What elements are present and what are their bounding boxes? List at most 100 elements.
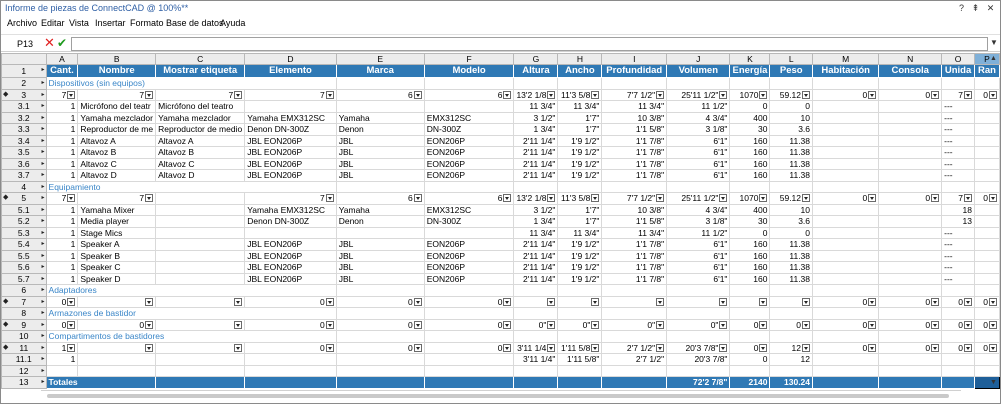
totals-cell[interactable]: 130.24 [769, 376, 814, 389]
cell[interactable]: 0 [729, 353, 771, 366]
summary-cell[interactable]: 6 [335, 88, 425, 101]
dropdown-icon[interactable] [234, 297, 243, 306]
cell[interactable]: 3.6 [769, 123, 814, 136]
cell[interactable] [513, 180, 559, 193]
summary-cell[interactable]: 0 [729, 341, 771, 354]
summary-cell[interactable] [77, 341, 157, 354]
cell[interactable]: 2'11 1/4" [513, 146, 559, 159]
cell[interactable] [155, 261, 246, 274]
summary-cell[interactable]: 0" [666, 318, 731, 331]
dropdown-icon[interactable] [719, 343, 728, 352]
scroll-down-icon[interactable]: ▼ [990, 379, 997, 386]
cell[interactable] [155, 353, 246, 366]
cell[interactable]: Denon [335, 123, 425, 136]
dropdown-icon[interactable] [759, 297, 768, 306]
summary-cell[interactable]: 0 [878, 192, 943, 205]
cell[interactable]: --- [941, 123, 976, 136]
summary-cell[interactable]: 0" [601, 318, 668, 331]
cell[interactable]: 6'1" [666, 272, 731, 285]
cell[interactable]: 11.38 [769, 272, 814, 285]
cell[interactable]: 4 3/4" [666, 203, 731, 216]
summary-cell[interactable]: 25'11 1/2" [666, 192, 731, 205]
row-header[interactable]: 4 ▸ [1, 180, 47, 193]
cell[interactable] [666, 307, 731, 320]
cell[interactable]: 0 [729, 100, 771, 113]
cell[interactable] [769, 180, 814, 193]
row-header[interactable]: 3.4 ▸ [1, 134, 47, 147]
cell[interactable]: 1'1 7/8" [601, 134, 668, 147]
cell[interactable] [729, 307, 771, 320]
summary-cell[interactable]: 6 [423, 88, 515, 101]
dropdown-icon[interactable] [759, 343, 768, 352]
dropdown-icon[interactable] [413, 297, 422, 306]
cell[interactable] [601, 180, 668, 193]
cell[interactable]: Denon DN-300Z [244, 123, 337, 136]
cell[interactable] [941, 307, 976, 320]
summary-cell[interactable]: 12 [769, 341, 814, 354]
dropdown-icon[interactable] [325, 320, 334, 329]
summary-cell[interactable]: 0 [812, 295, 880, 308]
summary-cell[interactable]: 7 [941, 88, 976, 101]
expand-marker-icon[interactable]: ◆ [3, 320, 8, 330]
menu-base-de-datos[interactable]: Base de datos [166, 18, 224, 28]
summary-cell[interactable]: 7 [45, 192, 79, 205]
cell[interactable] [423, 77, 515, 90]
cell[interactable] [878, 77, 943, 90]
cell[interactable]: Altavoz A [77, 134, 157, 147]
cell[interactable]: 0 [769, 100, 814, 113]
summary-cell[interactable]: 3'11 1/4 [513, 341, 559, 354]
cell[interactable]: 1 [45, 169, 79, 182]
cell[interactable]: 2'7 1/2" [601, 353, 668, 366]
summary-cell[interactable]: 0 [45, 295, 79, 308]
dropdown-icon[interactable] [145, 343, 154, 352]
cell[interactable]: Micrófono del teatr [77, 100, 157, 113]
dropdown-icon[interactable] [591, 194, 600, 203]
row-header[interactable]: 3.3 ▸ [1, 123, 47, 136]
cell[interactable]: JBL [335, 157, 425, 170]
cell[interactable] [812, 364, 880, 377]
cell[interactable] [423, 330, 515, 343]
cell[interactable] [155, 215, 246, 228]
dropdown-icon[interactable] [802, 194, 811, 203]
summary-cell[interactable] [769, 295, 814, 308]
totals-cell[interactable] [941, 376, 976, 389]
cell[interactable] [878, 364, 943, 377]
cell[interactable]: 11.38 [769, 146, 814, 159]
cell[interactable]: 1 [45, 238, 79, 251]
close-button[interactable]: ✕ [984, 2, 997, 14]
cell[interactable]: Yamaha EMX312SC [244, 111, 337, 124]
cell[interactable] [557, 330, 603, 343]
summary-cell[interactable] [155, 192, 246, 205]
cell[interactable]: 3'11 1/4" [513, 353, 559, 366]
cell[interactable]: Stage Mics [77, 226, 157, 239]
menu-insertar[interactable]: Insertar [95, 18, 126, 28]
row-header[interactable]: 10 ▸ [1, 330, 47, 343]
cell[interactable] [557, 284, 603, 297]
check-icon[interactable]: ✔ [57, 36, 67, 50]
cell[interactable]: 160 [729, 249, 771, 262]
dropdown-icon[interactable] [325, 194, 334, 203]
cell[interactable]: 400 [729, 203, 771, 216]
cell[interactable]: 3 1/8" [666, 215, 731, 228]
row-header[interactable]: 5.6 ▸ [1, 261, 47, 274]
dropdown-icon[interactable] [656, 297, 665, 306]
cell[interactable]: 1 [45, 146, 79, 159]
summary-cell[interactable]: 6 [335, 192, 425, 205]
dropdown-icon[interactable] [145, 297, 154, 306]
cell[interactable]: --- [941, 226, 976, 239]
totals-cell[interactable]: 2140 [729, 376, 771, 389]
summary-cell[interactable]: 0 [335, 341, 425, 354]
summary-cell[interactable]: 0 [878, 88, 943, 101]
cell[interactable]: 3 1/2" [513, 203, 559, 216]
dropdown-icon[interactable] [591, 343, 600, 352]
cell[interactable] [729, 364, 771, 377]
row-header[interactable]: 5.1 ▸ [1, 203, 47, 216]
summary-cell[interactable]: 2'7 1/2" [601, 341, 668, 354]
summary-cell[interactable]: 7 [244, 88, 337, 101]
cell[interactable]: 160 [729, 146, 771, 159]
cell[interactable] [878, 330, 943, 343]
column-header-l[interactable]: L [769, 53, 814, 65]
cell[interactable] [77, 364, 157, 377]
dropdown-icon[interactable] [591, 320, 600, 329]
cell[interactable] [557, 77, 603, 90]
